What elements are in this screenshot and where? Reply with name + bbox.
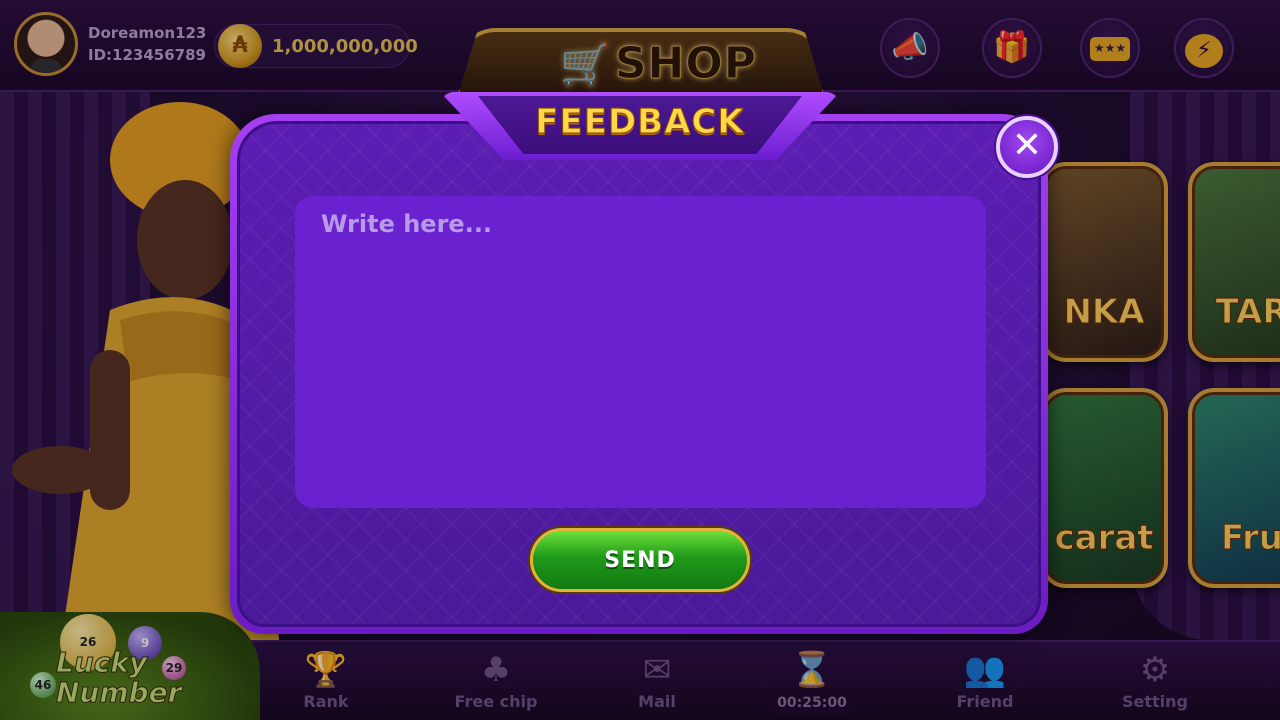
close-button[interactable]: ✕ bbox=[996, 116, 1058, 178]
close-icon: ✕ bbox=[1011, 125, 1043, 166]
feedback-input[interactable] bbox=[295, 196, 986, 508]
dialog-title: FEEDBACK bbox=[535, 102, 745, 143]
send-button[interactable]: SEND bbox=[530, 528, 750, 592]
